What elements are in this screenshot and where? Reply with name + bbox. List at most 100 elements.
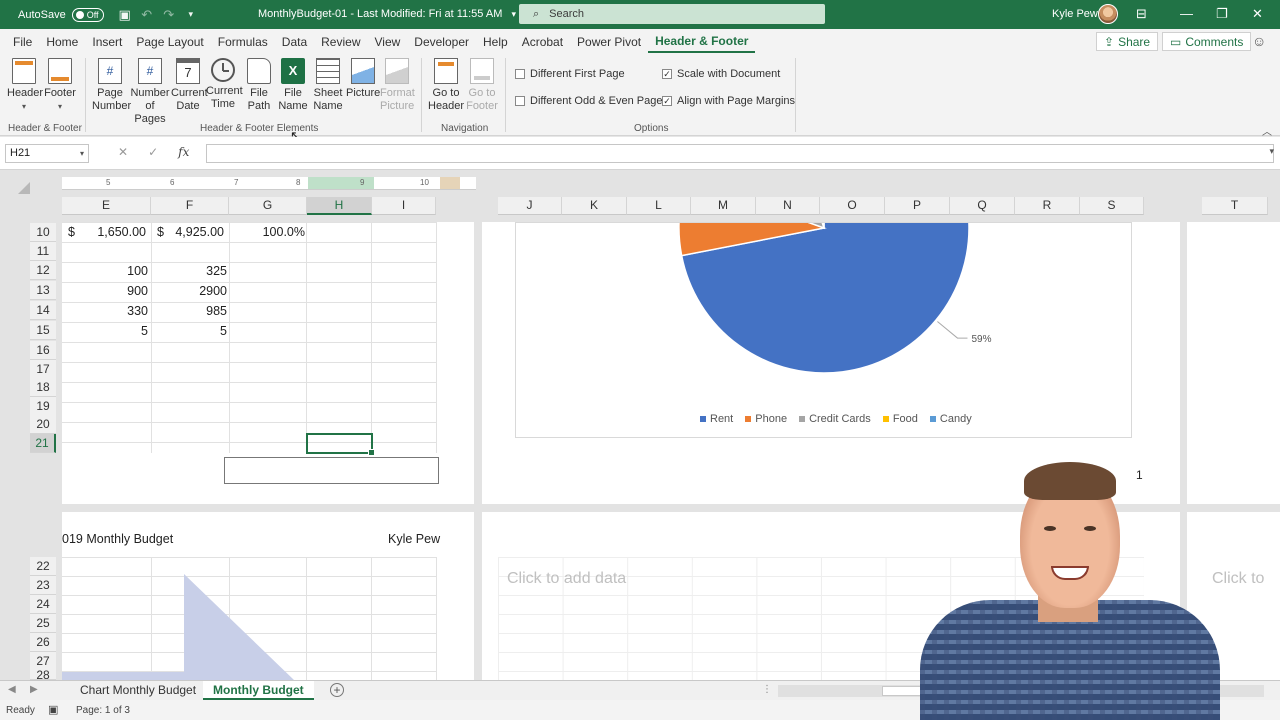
column-header-t[interactable]: T (1202, 197, 1268, 215)
ribbon-display-icon[interactable]: ⊟ (1136, 6, 1147, 22)
align-with-margins-checkbox[interactable]: ✓ Align with Page Margins (662, 95, 795, 107)
add-sheet-icon[interactable]: + (330, 683, 344, 697)
row-header[interactable]: 15 (30, 321, 56, 340)
pie-chart[interactable]: 59%7%12% (516, 82, 1133, 439)
tab-header-footer[interactable]: Header & Footer (648, 34, 756, 53)
header-right-text[interactable]: Kyle Pew (388, 532, 440, 546)
sheet-tab-monthly-budget[interactable]: Monthly Budget (203, 681, 314, 700)
minimize-icon[interactable]: — (1180, 6, 1193, 21)
share-button[interactable]: ⇪ Share (1096, 32, 1159, 51)
autosave-toggle[interactable]: Off (71, 7, 104, 22)
cell-f15[interactable]: 5 (151, 321, 227, 341)
save-icon[interactable]: ▣ (114, 7, 136, 23)
column-header-o[interactable]: O (820, 197, 885, 215)
column-header-k[interactable]: K (562, 197, 627, 215)
column-header-q[interactable]: Q (950, 197, 1015, 215)
cell-f13[interactable]: 2900 (151, 281, 227, 301)
scroll-prev-sheet-icon[interactable]: ◀ (8, 684, 16, 695)
header-left-text[interactable]: 019 Monthly Budget (62, 532, 173, 546)
column-header-n[interactable]: N (756, 197, 820, 215)
column-header-g[interactable]: G (229, 197, 307, 215)
row-header[interactable]: 25 (30, 614, 56, 633)
footer-section-box[interactable] (224, 457, 439, 484)
cell-e15[interactable]: 5 (62, 321, 148, 341)
row-header[interactable]: 23 (30, 576, 56, 595)
tab-formulas[interactable]: Formulas (211, 35, 275, 49)
cell-e10[interactable]: 1,650.00 (92, 222, 146, 242)
row-header[interactable]: 16 (30, 341, 56, 360)
cell-f14[interactable]: 985 (151, 301, 227, 321)
collapse-ribbon-icon[interactable]: ︿ (1262, 123, 1272, 138)
autosave-control[interactable]: AutoSave Off (18, 7, 104, 22)
tab-split-icon[interactable]: ⋮ (762, 684, 772, 695)
header-button[interactable]: Header ▾ (7, 58, 43, 113)
row-header[interactable]: 26 (30, 633, 56, 652)
undo-icon[interactable]: ↶ (136, 7, 158, 23)
cell-f10[interactable]: 4,925.00 (170, 222, 224, 242)
click-to-add-data[interactable]: Click to add data (507, 570, 626, 588)
cell-e10-currency[interactable]: $ (68, 222, 75, 242)
row-header[interactable]: 14 (30, 301, 56, 320)
document-title[interactable]: MonthlyBudget-01 - Last Modified: Fri at… (258, 8, 516, 20)
restore-icon[interactable]: ❐ (1216, 6, 1228, 22)
column-header-j[interactable]: J (498, 197, 562, 215)
row-header[interactable]: 17 (30, 360, 56, 379)
expand-formula-bar-icon[interactable]: ▾ (1269, 146, 1274, 157)
go-to-header-button[interactable]: Go to Header (428, 58, 464, 113)
different-first-page-checkbox[interactable]: Different First Page (515, 68, 625, 80)
row-header[interactable]: 12 (30, 261, 56, 280)
select-all-icon[interactable] (18, 182, 30, 194)
row-header[interactable]: 10 (30, 223, 56, 242)
file-path-button[interactable]: File Path (244, 58, 274, 113)
feedback-smiley-icon[interactable]: ☺ (1252, 33, 1266, 49)
row-header[interactable]: 20 (30, 415, 56, 434)
tab-home[interactable]: Home (39, 35, 85, 49)
tab-developer[interactable]: Developer (407, 35, 476, 49)
sheet-name-button[interactable]: Sheet Name (312, 58, 344, 113)
insert-function-icon[interactable]: fx (178, 145, 189, 159)
go-to-footer-button[interactable]: Go to Footer (464, 58, 500, 113)
redo-icon[interactable]: ↷ (158, 7, 180, 23)
search-box[interactable]: ⌕ Search (519, 4, 825, 24)
column-header-e[interactable]: E (62, 197, 151, 215)
close-icon[interactable]: ✕ (1252, 6, 1263, 22)
cell-e12[interactable]: 100 (62, 261, 148, 281)
macro-record-icon[interactable]: ▣ (48, 703, 58, 716)
page-number-button[interactable]: # Page Number (92, 58, 131, 113)
tab-acrobat[interactable]: Acrobat (515, 35, 570, 49)
cell-f10-currency[interactable]: $ (157, 222, 164, 242)
column-header-m[interactable]: M (691, 197, 756, 215)
picture-button[interactable]: Picture (346, 58, 380, 100)
scale-with-document-checkbox[interactable]: ✓ Scale with Document (662, 68, 780, 80)
number-of-pages-button[interactable]: # Number of Pages (130, 58, 170, 126)
tab-file[interactable]: File (6, 35, 39, 49)
tab-help[interactable]: Help (476, 35, 515, 49)
row-header[interactable]: 13 (30, 281, 56, 300)
tab-page-layout[interactable]: Page Layout (129, 35, 210, 49)
formula-input[interactable] (206, 144, 1274, 163)
pie-chart-area[interactable]: 59%7%12% (515, 82, 1133, 439)
cell-g10[interactable]: 100.0% (232, 222, 305, 242)
tab-insert[interactable]: Insert (85, 35, 129, 49)
row-header[interactable]: 27 (30, 652, 56, 671)
user-name[interactable]: Kyle Pew (1052, 8, 1098, 20)
row-header[interactable]: 22 (30, 557, 56, 576)
row-header[interactable]: 24 (30, 595, 56, 614)
scroll-next-sheet-icon[interactable]: ▶ (30, 684, 38, 695)
tab-view[interactable]: View (368, 35, 408, 49)
current-time-button[interactable]: Current Time (206, 58, 243, 111)
avatar[interactable] (1098, 4, 1118, 24)
cancel-icon[interactable]: ✕ (118, 145, 128, 159)
format-picture-button[interactable]: Format Picture (380, 58, 415, 113)
column-header-i[interactable]: I (372, 197, 436, 215)
column-header-s[interactable]: S (1080, 197, 1144, 215)
customize-toolbar-icon[interactable]: ▾ (180, 9, 202, 20)
file-name-button[interactable]: X File Name (278, 58, 308, 113)
column-header-p[interactable]: P (885, 197, 950, 215)
current-date-button[interactable]: 7 Current Date (171, 58, 208, 113)
row-header[interactable]: 18 (30, 378, 56, 397)
column-header-r[interactable]: R (1015, 197, 1080, 215)
column-header-f[interactable]: F (151, 197, 229, 215)
row-header[interactable]: 28 (30, 670, 56, 680)
row-header[interactable]: 19 (30, 397, 56, 416)
